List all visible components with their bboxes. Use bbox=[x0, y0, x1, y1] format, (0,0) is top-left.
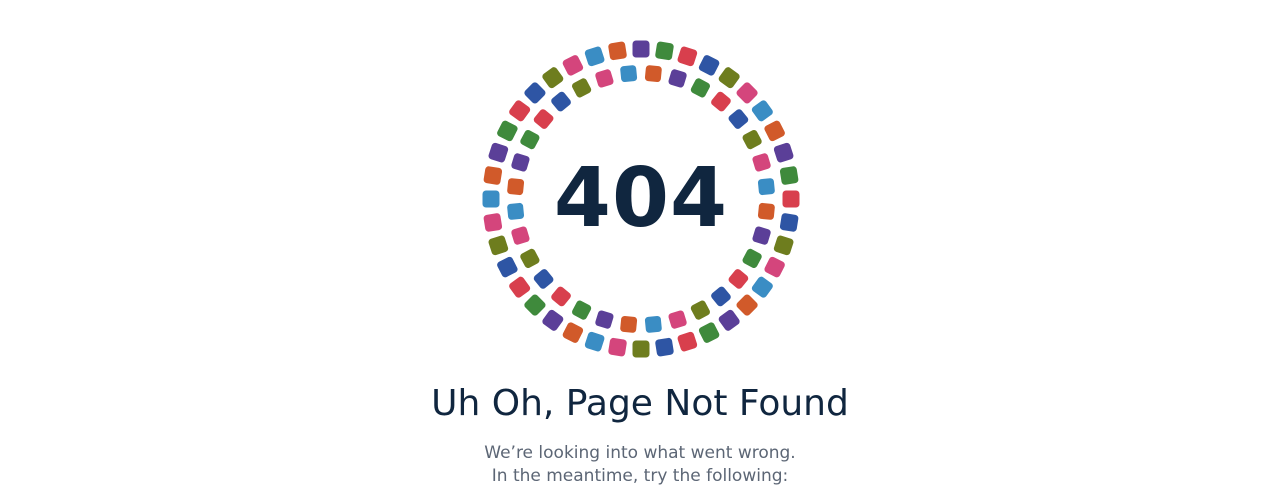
error-ring-illustration: 404 bbox=[480, 38, 802, 360]
error-message: We’re looking into what went wrong. In t… bbox=[0, 442, 1280, 488]
error-code: 404 bbox=[553, 151, 729, 246]
error-message-line-1: We’re looking into what went wrong. bbox=[484, 443, 796, 463]
page-title: Uh Oh, Page Not Found bbox=[431, 383, 849, 424]
error-message-line-2: In the meantime, try the following: bbox=[491, 466, 789, 486]
